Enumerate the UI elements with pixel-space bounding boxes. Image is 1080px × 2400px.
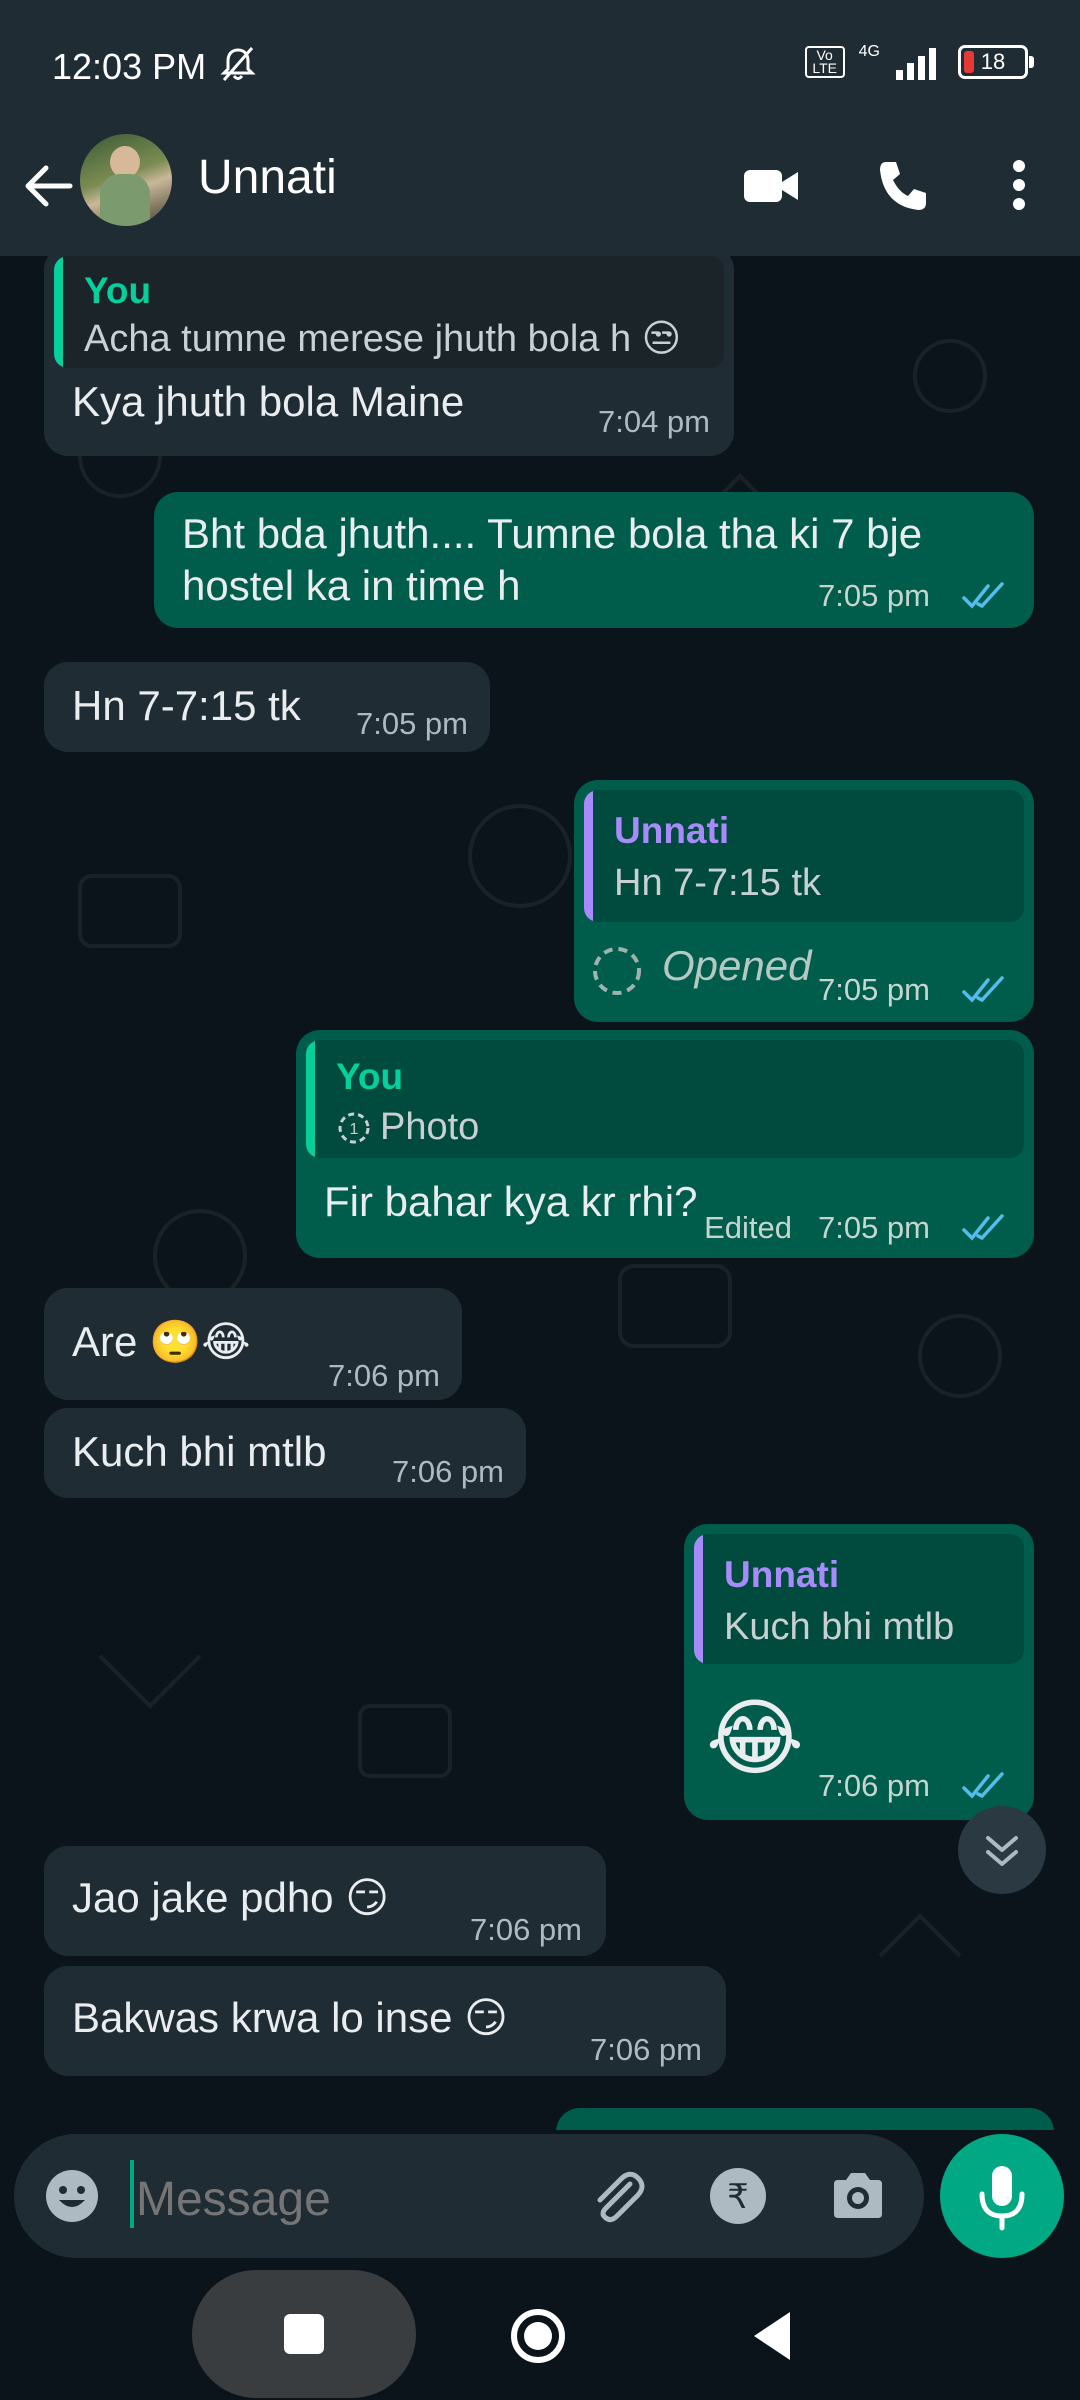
signal-icon [896,48,936,80]
message-time: 7:06 pm [817,1768,930,1803]
voice-call-icon[interactable] [868,150,938,220]
message-incoming[interactable]: Are 🙄😂 7:06 pm [44,1288,462,1400]
quote-text: Acha tumne merese jhuth bola h 😒 [84,318,682,360]
contact-name[interactable]: Unnati [198,150,337,205]
chevron-double-down-icon [986,1836,1018,1866]
reply-quote[interactable]: Unnati Kuch bhi mtlb [694,1534,1024,1664]
microphone-icon [979,2166,1025,2231]
edited-label: Edited [704,1210,792,1245]
emoji-icon[interactable] [42,2166,102,2226]
message-time: 7:06 pm [327,1358,440,1393]
message-outgoing[interactable]: Bht bda jhuth.... Tumne bola tha ki 7 bj… [154,492,1034,628]
quote-author: Unnati [724,1554,840,1595]
video-call-icon[interactable] [736,150,806,220]
chat-header: Unnati [0,130,1080,256]
message-emoji: 😂 [706,1691,805,1785]
home-button-icon[interactable] [508,2306,568,2366]
svg-text:1: 1 [350,1121,359,1138]
recents-button[interactable] [192,2270,416,2398]
quote-text: Photo [380,1106,480,1148]
square-icon [284,2314,324,2354]
message-incoming[interactable]: Hn 7-7:15 tk 7:05 pm [44,662,490,752]
camera-icon[interactable] [828,2166,888,2226]
scroll-to-bottom-button[interactable] [958,1806,1046,1894]
chat-area[interactable]: You Acha tumne merese jhuth bola h 😒 Kya… [0,256,1080,2130]
status-time: 12:03 PM [52,46,207,87]
message-time: 7:05 pm [355,706,468,741]
contact-avatar[interactable] [80,134,172,226]
message-text-line-2: hostel ka in time h [182,562,521,609]
view-once-icon: 1 [338,1112,370,1144]
payment-rupee-icon[interactable]: ₹ [708,2166,768,2226]
message-text: Fir bahar kya kr rhi? [324,1178,698,1225]
read-ticks-icon [962,582,1004,609]
network-type: 4G [858,43,880,60]
message-incoming[interactable]: Kuch bhi mtlb 7:06 pm [44,1408,526,1498]
message-time: 7:05 pm [817,1210,930,1245]
quote-text: Hn 7-7:15 tk [614,862,821,904]
message-text: Hn 7-7:15 tk [72,682,301,729]
view-once-opened-icon [593,947,641,995]
quote-author: Unnati [614,810,730,851]
reply-quote[interactable]: You Acha tumne merese jhuth bola h 😒 [54,256,724,368]
read-ticks-icon [962,976,1004,1003]
battery-icon: 18 [958,45,1034,79]
message-outgoing[interactable]: You 1 Photo Fir bahar kya kr rhi? Edited… [296,1030,1034,1258]
quote-author: You [84,270,152,311]
message-text-line-1: Bht bda jhuth.... Tumne bola tha ki 7 bj… [182,510,923,557]
read-ticks-icon [962,1214,1004,1241]
battery-level: 18 [980,49,1006,74]
message-text: Bakwas krwa lo inse 😏 [72,1994,508,2041]
message-text: Jao jake pdho 😏 [72,1874,389,1921]
read-ticks-icon [962,1772,1004,1799]
message-outgoing[interactable]: Unnati Kuch bhi mtlb 😂 7:06 pm [684,1524,1034,1820]
message-time: 7:05 pm [817,578,930,613]
reply-quote[interactable]: Unnati Hn 7-7:15 tk [584,790,1024,922]
message-time: 7:04 pm [597,404,710,439]
reply-quote[interactable]: You 1 Photo [306,1040,1024,1158]
message-text: Kya jhuth bola Maine [72,378,465,425]
message-time: 7:06 pm [469,1912,582,1947]
mute-bell-icon [220,47,256,81]
message-outgoing[interactable]: Unnati Hn 7-7:15 tk Opened 7:05 pm [574,780,1034,1022]
message-time: 7:05 pm [817,972,930,1007]
quote-text: Kuch bhi mtlb [724,1606,955,1648]
message-text: Kuch bhi mtlb [72,1428,327,1475]
message-incoming[interactable]: Bakwas krwa lo inse 😏 7:06 pm [44,1966,726,2076]
quote-author: You [336,1056,404,1097]
status-bar: 12:03 PM Vo LTE 4G 18 [0,0,1080,130]
message-incoming[interactable]: You Acha tumne merese jhuth bola h 😒 Kya… [44,256,734,456]
attachment-icon[interactable] [584,2164,648,2228]
message-time: 7:06 pm [589,2032,702,2067]
back-arrow-icon[interactable] [18,156,78,216]
message-input[interactable] [134,2162,568,2236]
message-outgoing-partial [556,2108,1054,2130]
opened-label: Opened [662,942,812,989]
volte-icon: Vo LTE [804,46,845,78]
svg-text:₹: ₹ [727,2177,749,2217]
message-incoming[interactable]: Jao jake pdho 😏 7:06 pm [44,1846,606,1956]
voice-message-button[interactable] [940,2134,1064,2258]
back-triangle-icon[interactable] [748,2308,798,2364]
message-time: 7:06 pm [391,1454,504,1489]
more-options-icon[interactable] [984,150,1054,220]
message-text: Are 🙄😂 [72,1318,251,1365]
